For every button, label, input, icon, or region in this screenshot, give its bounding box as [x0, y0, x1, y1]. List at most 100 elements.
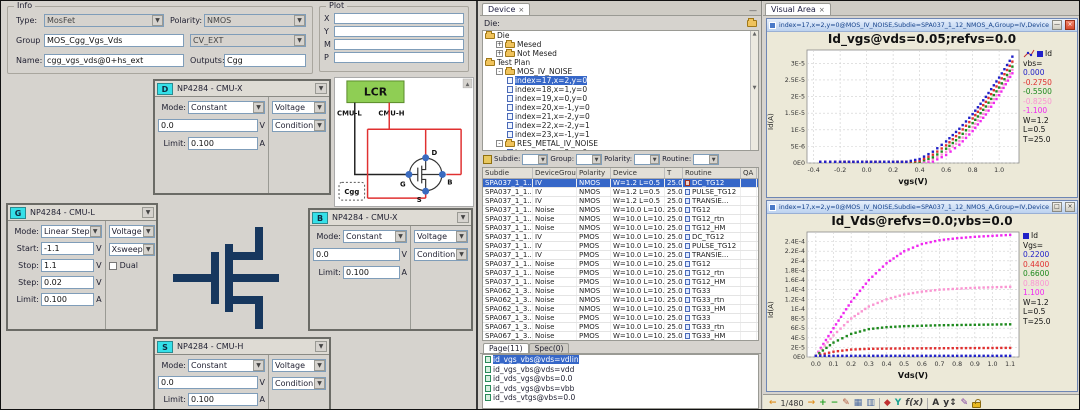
s-mode-select[interactable]: Constant▼: [188, 359, 265, 372]
page-list[interactable]: id_vgs_vbs@vds=vdlinid_vgs_vbs@vds=vddid…: [482, 354, 759, 409]
table-row[interactable]: SPA067_1_3...NoisePMOSW=10.0 L=10.025.0T…: [483, 323, 758, 332]
g-limit-input[interactable]: [41, 293, 94, 306]
tab-spec-0-[interactable]: Spec(0): [529, 343, 570, 353]
collapse-icon[interactable]: -: [496, 68, 503, 75]
d-condition-select[interactable]: Condition▼: [272, 119, 326, 132]
device-table[interactable]: SubdieDeviceGroupPolarityDeviceTRoutineQ…: [482, 167, 759, 341]
tree-item[interactable]: index=20,x=-1,y=0: [483, 103, 758, 112]
chevron-down-icon[interactable]: ▼: [315, 341, 327, 352]
table-row[interactable]: SPA037_1_1...NoiseNMOSW=10.0 L=10.025.0T…: [483, 206, 758, 215]
plot-y-input[interactable]: [334, 26, 464, 37]
name-input[interactable]: [44, 54, 184, 67]
restore-button[interactable]: □: [1052, 202, 1062, 212]
nav-next-icon[interactable]: →: [808, 396, 816, 410]
tree-scrollbar[interactable]: ▲▼: [750, 31, 758, 150]
remove-plot-icon[interactable]: −: [831, 396, 839, 410]
minimize-icon[interactable]: —: [749, 6, 757, 15]
tree-item[interactable]: index=23,x=-1,y=1: [483, 130, 758, 139]
terminal-d-header[interactable]: D NP4284 - CMU-X ▼: [155, 81, 329, 97]
dual-checkbox[interactable]: [109, 262, 117, 270]
table-row[interactable]: SPA037_1_1...IVNMOSW=1.2 L=0.525.0DC_TG1…: [483, 179, 758, 188]
routine-filter-select[interactable]: ▼: [693, 154, 719, 165]
d-type-select[interactable]: Voltage▼: [272, 101, 326, 114]
b-type-select[interactable]: Voltage▼: [414, 230, 468, 243]
d-mode-select[interactable]: Constant▼: [188, 101, 265, 114]
polarity-filter-select[interactable]: ▼: [634, 154, 660, 165]
table-row[interactable]: SPA037_1_1...IVNMOSW=1.2 L=0.525.0TRANSI…: [483, 197, 758, 206]
copy-plot-icon[interactable]: ▥: [866, 396, 875, 410]
table-row[interactable]: SPA067_1_3...NoisePMOSW=10.0 L=10.025.0T…: [483, 332, 758, 341]
g-type-select[interactable]: Voltage▼: [109, 225, 155, 238]
tree-item[interactable]: index=22,x=-2,y=1: [483, 121, 758, 130]
table-row[interactable]: SPA037_1_1...NoiseNMOSW=10.0 L=10.025.0T…: [483, 224, 758, 233]
page-item[interactable]: id_vds_vtgs@vbs=0.0: [483, 393, 758, 403]
tree-item[interactable]: index=19,x=0,y=0: [483, 94, 758, 103]
plot-x-input[interactable]: [334, 13, 464, 24]
column-header[interactable]: Device: [611, 168, 665, 178]
select-tool-icon[interactable]: ✎: [842, 396, 850, 410]
table-row[interactable]: SPA037_1_1...IVPMOSW=10.0 L=10.025.0PULS…: [483, 242, 758, 251]
chart-window-2-titlebar[interactable]: index=17,x=2,y=0@MOS_IV_NOISE,Subdie=SPA…: [767, 201, 1077, 214]
polarity-select[interactable]: NMOS▼: [204, 14, 306, 27]
s-type-select[interactable]: Voltage▼: [272, 359, 326, 372]
plot-m-input[interactable]: [334, 39, 464, 50]
tab-visual-area[interactable]: Visual Area×: [765, 3, 831, 15]
column-header[interactable]: Polarity: [577, 168, 611, 178]
tree-item[interactable]: index=17,x=2,y=0: [483, 76, 758, 85]
terminal-g-header[interactable]: G NP4284 - CMU-L ▼: [8, 205, 156, 221]
table-row[interactable]: SPA037_1_1...NoisePMOSW=10.0 L=10.025.0T…: [483, 260, 758, 269]
open-folder-icon[interactable]: [747, 20, 757, 27]
table-row[interactable]: SPA067_1_3...NoisePMOSW=10.0 L=10.025.0T…: [483, 314, 758, 323]
type-select[interactable]: MosFet▼: [44, 14, 164, 27]
column-header[interactable]: Routine: [683, 168, 741, 178]
column-header[interactable]: QA: [741, 168, 757, 178]
chevron-down-icon[interactable]: ▼: [315, 83, 327, 94]
pen-tool-icon[interactable]: ✎: [961, 396, 969, 410]
nav-prev-icon[interactable]: ←: [769, 396, 777, 410]
s-condition-select[interactable]: Condition▼: [272, 377, 326, 390]
close-icon[interactable]: ×: [819, 6, 825, 14]
marker-tool-icon[interactable]: ◆: [884, 396, 891, 410]
g-mode-select[interactable]: Linear Step▼: [41, 225, 102, 238]
cv-mode-select[interactable]: CV_EXT▼: [190, 34, 306, 47]
y-fit-icon[interactable]: y↕: [943, 396, 956, 410]
tree-item[interactable]: index=21,x=-2,y=0: [483, 112, 758, 121]
s-value-input[interactable]: [158, 376, 258, 389]
tree-item[interactable]: -MOS_IV_NOISE: [483, 67, 758, 76]
b-value-input[interactable]: [313, 248, 400, 261]
d-limit-input[interactable]: [188, 137, 258, 150]
column-header[interactable]: Subdie: [483, 168, 533, 178]
add-plot-icon[interactable]: +: [819, 396, 827, 410]
chart-plot-area[interactable]: 0.00.10.20.30.40.50.60.70.80.91.01.10E02…: [777, 229, 1023, 391]
page-item[interactable]: id_vgs_vbs@vds=vdlin: [483, 355, 758, 365]
g-stop-input[interactable]: [41, 259, 94, 272]
page-item[interactable]: id_vds_vgs@vbs=0.0: [483, 374, 758, 384]
chevron-down-icon[interactable]: ▼: [457, 212, 469, 223]
page-item[interactable]: id_vds_vgs@vbs=vbb: [483, 384, 758, 394]
table-row[interactable]: SPA037_1_1...IVPMOSW=10.0 L=10.025.0TRAN…: [483, 251, 758, 260]
y-scale-icon[interactable]: Y: [895, 396, 902, 410]
b-mode-select[interactable]: Constant▼: [343, 230, 407, 243]
tab-page-11-[interactable]: Page(11): [483, 343, 529, 353]
plot-p-input[interactable]: [334, 52, 464, 63]
tree-item[interactable]: index=17,x=2,y=0: [483, 148, 758, 151]
b-limit-input[interactable]: [343, 266, 400, 279]
expand-icon[interactable]: +: [496, 41, 503, 48]
table-row[interactable]: SPA062_1_3...NoiseNMOSW=10.0 L=10.025.0T…: [483, 287, 758, 296]
device-tree[interactable]: ▲▼ Die+Mesed+Not MesedTest Plan-MOS_IV_N…: [482, 30, 759, 151]
chart-plot-area[interactable]: -0.4-0.20.00.20.40.60.81.00E05E-61E-51.5…: [777, 47, 1023, 197]
expand-icon[interactable]: +: [496, 50, 503, 57]
b-condition-select[interactable]: Condition▼: [414, 248, 468, 261]
minimize-button[interactable]: —: [1052, 20, 1062, 30]
tree-item[interactable]: +Not Mesed: [483, 49, 758, 58]
s-limit-input[interactable]: [188, 393, 258, 406]
collapse-icon[interactable]: -: [496, 140, 503, 147]
table-row[interactable]: SPA037_1_1...IVNMOSW=1.2 L=0.525.0PULSE_…: [483, 188, 758, 197]
page-item[interactable]: id_vgs_vbs@vds=vdd: [483, 365, 758, 375]
group-filter-select[interactable]: ▼: [576, 154, 602, 165]
chart-window-1-titlebar[interactable]: index=17,x=2,y=0@MOS_IV_NOISE,Subdie=SPA…: [767, 19, 1077, 32]
table-row[interactable]: SPA037_1_1...NoisePMOSW=10.0 L=10.025.0T…: [483, 278, 758, 287]
table-row[interactable]: SPA062_1_3...NoiseNMOSW=10.0 L=10.025.0T…: [483, 305, 758, 314]
close-button[interactable]: ×: [1065, 20, 1075, 30]
d-value-input[interactable]: [158, 119, 258, 132]
